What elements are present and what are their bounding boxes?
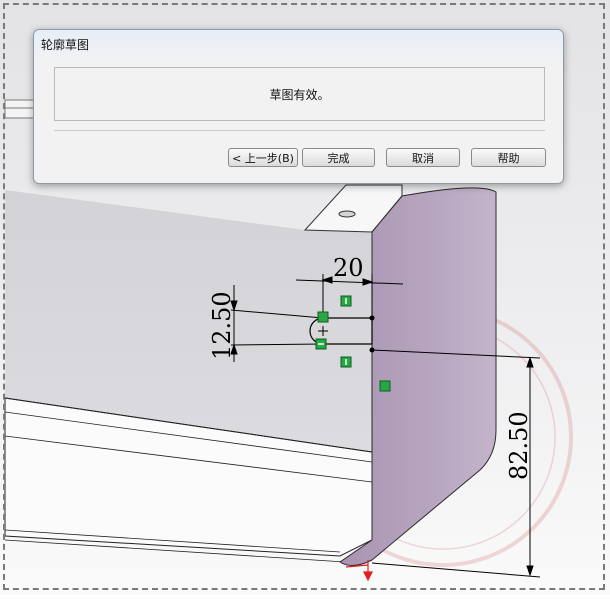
dialog-message: 草图有效。 (269, 87, 330, 102)
relation-marker-arc-top[interactable] (317, 311, 329, 323)
dialog-title: 轮廓草图 (41, 38, 90, 52)
cad-viewport[interactable]: 20 12.50 82.50 轮廓草图 草图有效。 < 上一步(B) 完成 取消… (0, 0, 610, 595)
help-button[interactable]: 帮助 (471, 148, 546, 167)
profile-sketch-dialog[interactable]: 轮廓草图 草图有效。 < 上一步(B) 完成 取消 帮助 (33, 29, 564, 184)
dimension-20-label[interactable]: 20 (333, 254, 364, 282)
back-button[interactable]: < 上一步(B) (228, 148, 298, 167)
flange-hole[interactable] (338, 210, 356, 218)
relation-marker-on-face[interactable] (379, 380, 391, 392)
dialog-separator (54, 130, 545, 131)
dimension-12-50-label[interactable]: 12.50 (208, 291, 236, 360)
finish-button[interactable]: 完成 (302, 148, 375, 167)
cancel-button[interactable]: 取消 (386, 148, 460, 167)
dimension-82-50-label[interactable]: 82.50 (505, 411, 533, 480)
rail-edge (4, 99, 36, 119)
dialog-message-panel: 草图有效。 (54, 67, 545, 121)
